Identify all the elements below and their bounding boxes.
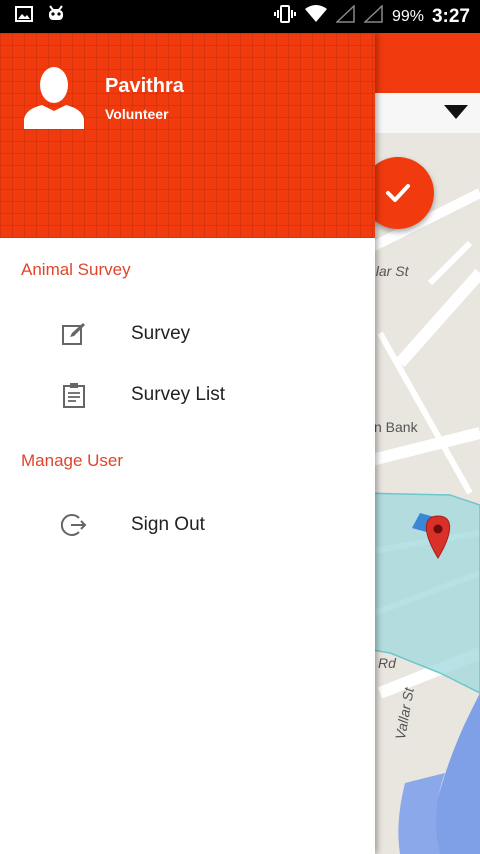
drawer-header: Pavithra Volunteer	[0, 33, 375, 238]
menu-item-label: Sign Out	[131, 514, 205, 535]
navigation-drawer: Pavithra Volunteer Animal Survey Survey …	[0, 33, 375, 854]
avatar-icon	[20, 63, 88, 129]
battery-percent: 99%	[391, 7, 424, 25]
clipboard-list-icon	[61, 382, 87, 408]
vibrate-icon	[273, 5, 296, 28]
status-bar: 99% 3:27	[0, 0, 480, 33]
map-label-road: Rd	[378, 655, 396, 671]
clock: 3:27	[431, 5, 470, 27]
user-role: Volunteer	[105, 106, 169, 122]
menu-item-survey[interactable]: Survey	[0, 308, 375, 360]
section-title-manage-user: Manage User	[21, 451, 124, 470]
wifi-icon	[304, 5, 328, 28]
section-title-animal-survey: Animal Survey	[21, 260, 131, 279]
debug-icon	[47, 5, 65, 28]
sign-out-icon	[60, 512, 87, 538]
menu-item-sign-out[interactable]: Sign Out	[0, 499, 375, 551]
check-icon	[386, 184, 410, 202]
dropdown-arrow-icon[interactable]	[444, 105, 468, 119]
menu-item-label: Survey List	[131, 384, 225, 405]
signal-icon-2	[363, 4, 384, 28]
menu-item-label: Survey	[131, 323, 191, 344]
map-label-bank: n Bank	[374, 419, 418, 435]
gallery-icon	[15, 6, 33, 27]
signal-icon	[335, 4, 356, 28]
menu-item-survey-list[interactable]: Survey List	[0, 369, 375, 421]
user-name: Pavithra	[105, 75, 184, 97]
edit-icon	[61, 321, 87, 347]
